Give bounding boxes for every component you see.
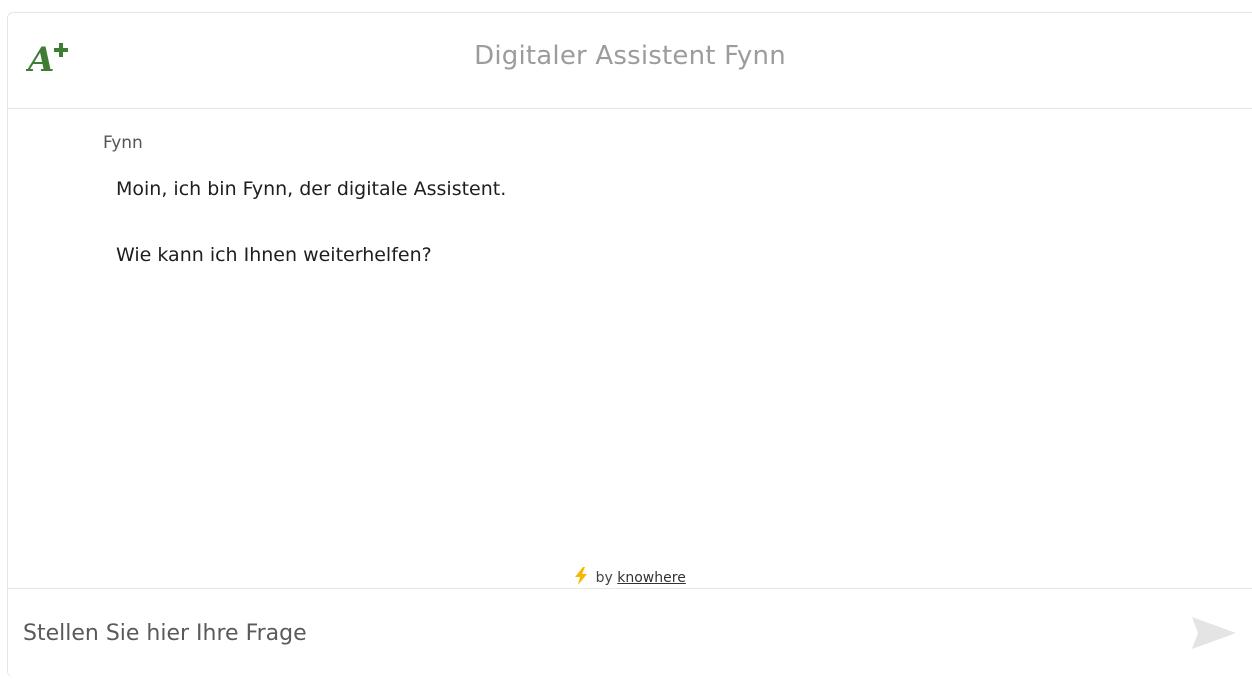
- message-line: Wie kann ich Ihnen weiterhelfen?: [116, 244, 432, 266]
- powered-by-prefix: by: [595, 570, 613, 586]
- input-bar: [8, 588, 1252, 679]
- message-line: Moin, ich bin Fynn, der digitale Assiste…: [116, 178, 507, 200]
- chat-header: A Digitaler Assistent Fynn: [8, 13, 1252, 109]
- powered-by: by knowhere: [8, 567, 1252, 589]
- chat-widget: A Digitaler Assistent Fynn Fynn Moin, ic…: [7, 12, 1252, 677]
- header-title: Digitaler Assistent Fynn: [474, 41, 786, 71]
- chat-messages: Fynn Moin, ich bin Fynn, der digitale As…: [8, 109, 1252, 589]
- question-input[interactable]: [23, 609, 1163, 657]
- lightning-icon: [574, 567, 588, 589]
- message-sender: Fynn: [103, 133, 143, 153]
- bot-message: Moin, ich bin Fynn, der digitale Assiste…: [116, 176, 506, 308]
- knowhere-link[interactable]: knowhere: [617, 570, 686, 586]
- send-icon: [1192, 617, 1236, 649]
- send-button[interactable]: [1190, 613, 1238, 653]
